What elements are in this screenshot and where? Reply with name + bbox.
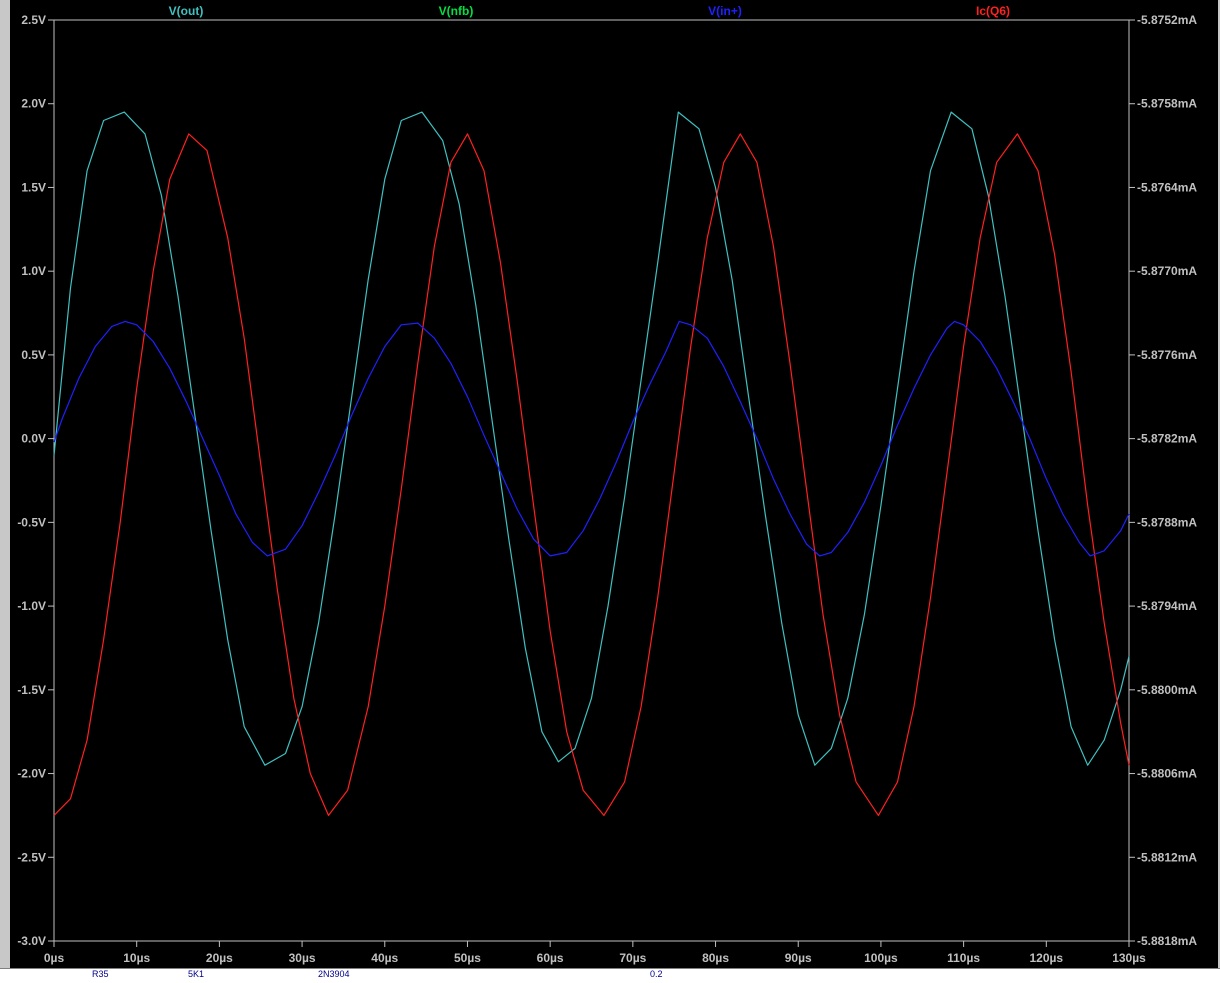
left-axis: 2.5V 2.0V 1.5V 1.0V 0.5V 0.0V -0.5V -1.0V -1.5V -… [17, 13, 54, 948]
right-tick-label: -5.8794mA [1137, 599, 1197, 613]
right-tick-label: -5.8800mA [1137, 683, 1197, 697]
left-tick-label: -1.0V [17, 599, 46, 613]
right-tick-label: -5.8782mA [1137, 432, 1197, 446]
right-tick-label: -5.8788mA [1137, 515, 1197, 529]
x-tick-label: 70µs [619, 951, 646, 965]
x-tick-label: 90µs [785, 951, 812, 965]
legend-v-out[interactable]: V(out) [169, 4, 204, 18]
window-left-edge [0, 0, 10, 968]
x-tick-label: 0µs [44, 951, 65, 965]
x-tick-label: 100µs [864, 951, 898, 965]
x-tick-label: 60µs [537, 951, 564, 965]
left-tick-label: -2.5V [17, 850, 46, 864]
x-tick-label: 30µs [289, 951, 316, 965]
x-tick-label: 110µs [947, 951, 980, 965]
left-tick-label: 2.5V [21, 13, 46, 27]
x-axis: 0µs 10µs 20µs 30µs 40µs 50µs 60µs 70µs 80µs 90µs 1… [44, 941, 1146, 965]
legend-v-in[interactable]: V(in+) [708, 4, 742, 18]
schematic-strip: R35 5K1 2N3904 0.2 [0, 968, 1220, 983]
schematic-label-r35: R35 [92, 969, 109, 979]
left-tick-label: 0.5V [21, 348, 46, 362]
left-tick-label: -0.5V [17, 515, 46, 529]
plot-frame [53, 19, 1130, 942]
left-tick-label: 2.0V [21, 97, 46, 111]
x-tick-label: 130µs [1112, 951, 1146, 965]
left-tick-label: -3.0V [17, 934, 46, 948]
series-ic-q6[interactable] [53, 133, 1130, 817]
legend[interactable]: V(out) V(nfb) V(in+) Ic(Q6) [169, 4, 1010, 18]
schematic-label-2n3904: 2N3904 [318, 969, 350, 979]
schematic-label-value: 0.2 [650, 969, 663, 979]
waveform-plot-pane[interactable]: 2.5V 2.0V 1.5V 1.0V 0.5V 0.0V -0.5V -1.0V -1.5V -… [10, 0, 1218, 968]
x-tick-label: 50µs [454, 951, 481, 965]
right-tick-label: -5.8770mA [1137, 264, 1197, 278]
right-tick-label: -5.8752mA [1137, 13, 1197, 27]
left-tick-label: -1.5V [17, 683, 46, 697]
x-tick-label: 80µs [702, 951, 729, 965]
x-tick-label: 10µs [123, 951, 150, 965]
x-tick-label: 40µs [371, 951, 398, 965]
waveform-chart[interactable]: 2.5V 2.0V 1.5V 1.0V 0.5V 0.0V -0.5V -1.0V -1.5V -… [10, 0, 1218, 968]
right-tick-label: -5.8806mA [1137, 767, 1197, 781]
left-tick-label: 1.0V [21, 264, 46, 278]
left-tick-label: 0.0V [21, 432, 46, 446]
schematic-label-5k1: 5K1 [188, 969, 205, 979]
series-layer [53, 111, 1130, 817]
legend-v-nfb[interactable]: V(nfb) [439, 4, 474, 18]
x-tick-label: 120µs [1030, 951, 1064, 965]
right-tick-label: -5.8764mA [1137, 180, 1197, 194]
right-tick-label: -5.8758mA [1137, 97, 1197, 111]
series-v-in[interactable] [53, 320, 1130, 557]
series-v-out[interactable] [53, 111, 1130, 766]
left-tick-label: 1.5V [21, 180, 46, 194]
right-tick-label: -5.8812mA [1137, 850, 1197, 864]
x-tick-label: 20µs [206, 951, 233, 965]
right-tick-label: -5.8776mA [1137, 348, 1197, 362]
right-tick-label: -5.8818mA [1137, 934, 1197, 948]
right-axis: -5.8752mA -5.8758mA -5.8764mA -5.8770mA -5.8… [1129, 13, 1197, 948]
left-tick-label: -2.0V [17, 767, 46, 781]
legend-ic-q6[interactable]: Ic(Q6) [976, 4, 1010, 18]
